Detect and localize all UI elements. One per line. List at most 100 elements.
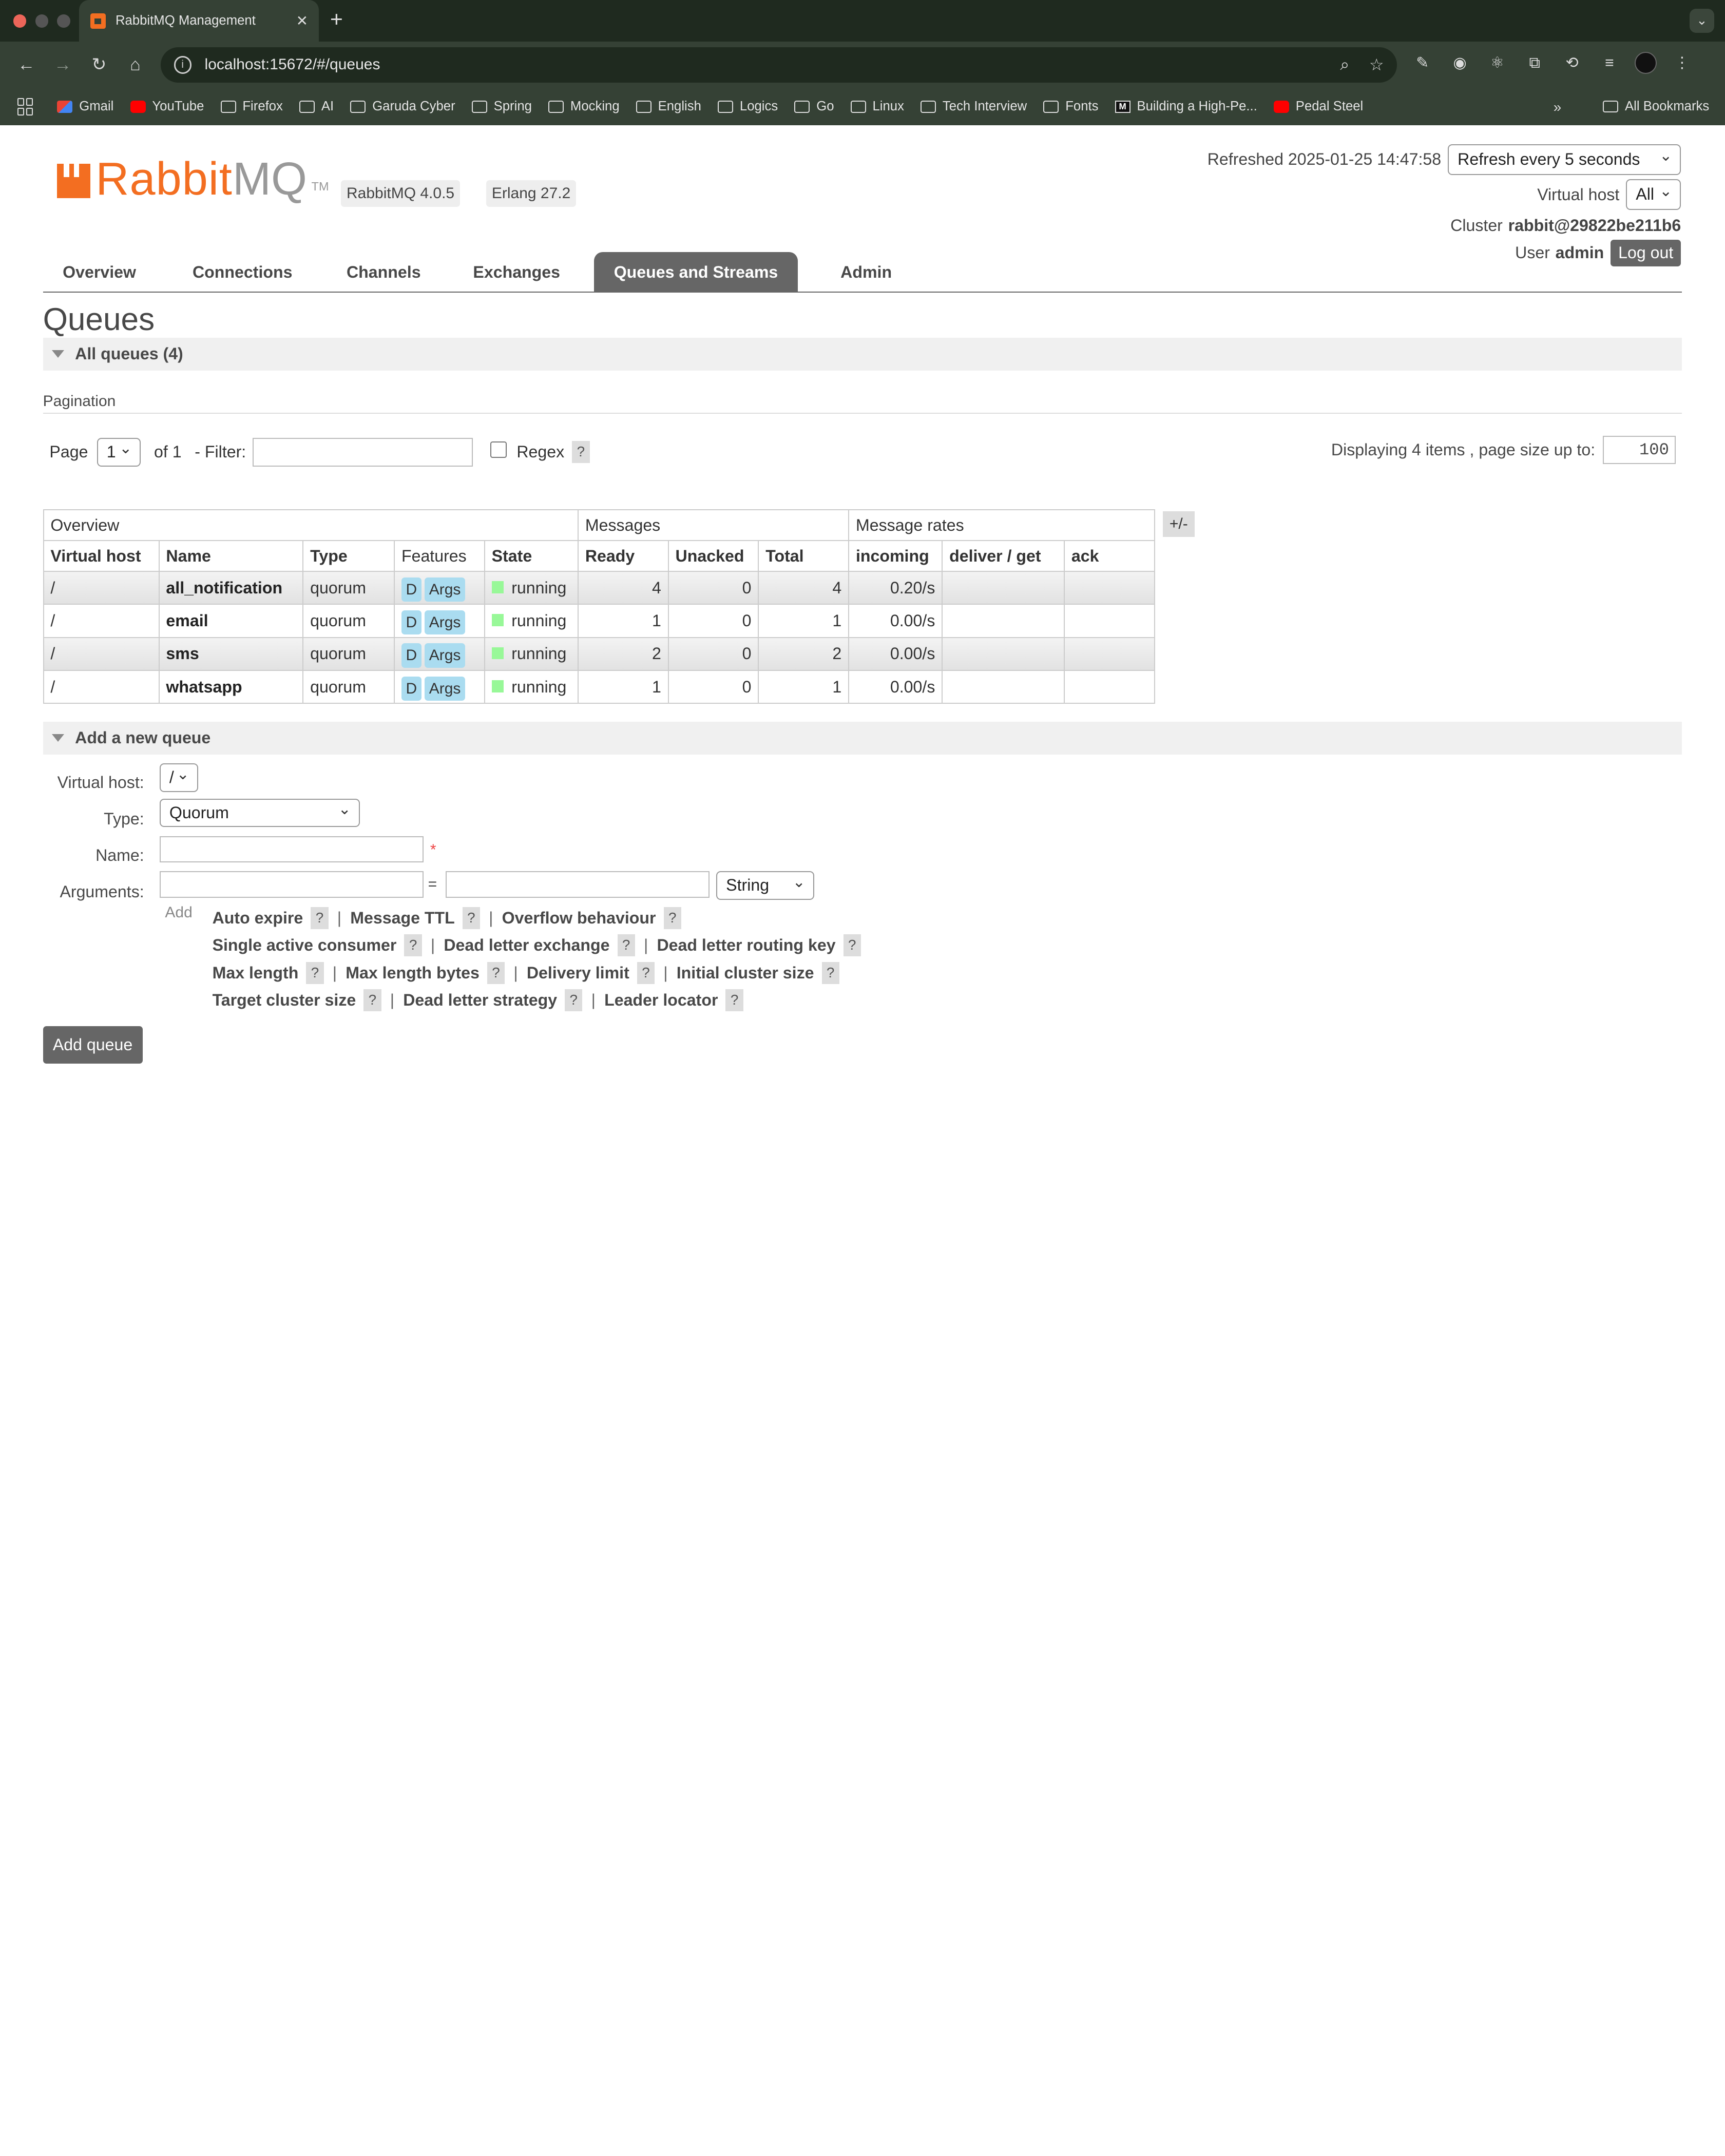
close-tab-icon[interactable]: ✕ (296, 12, 308, 29)
helper-single-active-consumer[interactable]: Single active consumer (213, 936, 397, 955)
color-picker-extension-icon[interactable]: ✎ (1410, 51, 1434, 75)
browser-menu-icon[interactable]: ⋮ (1670, 51, 1694, 75)
site-info-icon[interactable]: i (174, 56, 191, 74)
help-button[interactable]: ? (311, 907, 329, 929)
argument-value-input[interactable] (445, 871, 710, 898)
page-select[interactable]: 1 (97, 435, 141, 467)
bookmark-logics[interactable]: Logics (718, 99, 778, 114)
helper-initial-cluster-size[interactable]: Initial cluster size (677, 964, 814, 983)
all-queues-section-toggle[interactable]: All queues (4) (43, 337, 1682, 371)
helper-leader-locator[interactable]: Leader locator (604, 991, 718, 1010)
col-total[interactable]: Total (758, 540, 850, 572)
help-button[interactable]: ? (462, 907, 481, 929)
helper-max-length[interactable]: Max length (213, 964, 299, 983)
tab-queues-and-streams[interactable]: Queues and Streams (594, 252, 798, 293)
bookmark-tech-interview[interactable]: Tech Interview (921, 99, 1027, 114)
help-button[interactable]: ? (617, 934, 635, 957)
rabbitmq-logo[interactable]: Rabbit MQ TM (57, 156, 329, 202)
help-button[interactable]: ? (404, 934, 422, 957)
helper-auto-expire[interactable]: Auto expire (213, 909, 303, 928)
helper-max-length-bytes[interactable]: Max length bytes (346, 964, 480, 983)
bookmark-building-high-performance[interactable]: M Building a High-Pe... (1115, 99, 1257, 114)
helper-dead-letter-strategy[interactable]: Dead letter strategy (403, 991, 557, 1010)
add-queue-button[interactable]: Add queue (43, 1026, 143, 1064)
bookmark-linux[interactable]: Linux (850, 99, 904, 114)
helper-target-cluster-size[interactable]: Target cluster size (213, 991, 356, 1010)
bookmark-fonts[interactable]: Fonts (1043, 99, 1099, 114)
extensions-puzzle-icon[interactable]: ⧉ (1523, 51, 1547, 75)
help-button[interactable]: ? (637, 961, 655, 984)
zoom-icon[interactable]: ⌕ (1340, 55, 1349, 74)
back-icon[interactable]: ← (11, 49, 42, 80)
help-button[interactable]: ? (821, 961, 839, 984)
bookmark-garuda-cyber[interactable]: Garuda Cyber (350, 99, 455, 114)
more-bookmarks-chevron-icon[interactable]: » (1554, 99, 1562, 116)
react-devtools-icon[interactable]: ⚛ (1485, 51, 1509, 75)
apps-grid-icon[interactable] (17, 98, 35, 116)
col-state[interactable]: State (484, 540, 579, 572)
maximize-window-button[interactable] (57, 14, 71, 28)
col-type[interactable]: Type (302, 540, 395, 572)
queue-name-link[interactable]: all_notification (158, 571, 304, 605)
queue-name-input[interactable] (159, 836, 424, 862)
regex-checkbox[interactable] (490, 441, 507, 458)
filter-input[interactable] (253, 437, 473, 467)
extension-circle-icon[interactable]: ◉ (1448, 51, 1472, 75)
helper-delivery-limit[interactable]: Delivery limit (527, 964, 629, 983)
tab-admin[interactable]: Admin (821, 252, 912, 293)
col-name[interactable]: Name (158, 540, 304, 572)
profile-avatar[interactable] (1635, 51, 1657, 74)
argument-key-input[interactable] (159, 871, 424, 898)
helper-overflow-behaviour[interactable]: Overflow behaviour (502, 909, 656, 928)
col-virtual-host[interactable]: Virtual host (43, 540, 160, 572)
bookmark-go[interactable]: Go (794, 99, 834, 114)
virtual-host-select[interactable]: All (1626, 177, 1681, 210)
col-ack[interactable]: ack (1064, 540, 1155, 572)
bookmark-youtube[interactable]: YouTube (130, 99, 204, 114)
help-button[interactable]: ? (306, 961, 324, 984)
vhost-field-select[interactable]: / (159, 761, 198, 792)
queue-type-select[interactable]: Quorum (159, 796, 360, 827)
tab-channels[interactable]: Channels (327, 252, 440, 293)
home-icon[interactable]: ⌂ (120, 49, 151, 80)
queue-name-link[interactable]: whatsapp (158, 669, 304, 704)
helper-message-ttl[interactable]: Message TTL (350, 909, 455, 928)
col-ready[interactable]: Ready (577, 540, 669, 572)
tab-connections[interactable]: Connections (172, 252, 312, 293)
tab-search-icon[interactable]: ⌄ (1690, 9, 1714, 33)
help-button[interactable]: ? (487, 961, 505, 984)
bookmark-gmail[interactable]: Gmail (57, 99, 113, 114)
help-button[interactable]: ? (725, 989, 743, 1012)
reload-icon[interactable]: ↻ (84, 49, 114, 80)
performance-icon[interactable]: ⟲ (1560, 51, 1584, 75)
bookmark-firefox[interactable]: Firefox (220, 99, 283, 114)
minimize-window-button[interactable] (35, 14, 49, 28)
help-button[interactable]: ? (363, 989, 381, 1012)
bookmark-ai[interactable]: AI (299, 99, 334, 114)
address-bar[interactable]: i localhost:15672/#/queues ⌕ ☆ (160, 47, 1397, 83)
queue-name-link[interactable]: sms (158, 637, 304, 671)
reading-list-icon[interactable]: ≡ (1597, 51, 1621, 75)
bookmark-english[interactable]: English (636, 99, 701, 114)
forward-icon[interactable]: → (47, 49, 78, 80)
bookmark-pedal-steel[interactable]: Pedal Steel (1273, 99, 1363, 114)
helper-dead-letter-exchange[interactable]: Dead letter exchange (444, 936, 609, 955)
tab-overview[interactable]: Overview (43, 252, 156, 293)
col-incoming[interactable]: incoming (848, 540, 943, 572)
add-argument-link[interactable]: Add (165, 904, 192, 921)
browser-tab[interactable]: RabbitMQ Management ✕ (79, 0, 319, 42)
all-bookmarks[interactable]: All Bookmarks (1603, 99, 1709, 114)
help-button[interactable]: ? (565, 989, 583, 1012)
argument-type-select[interactable]: String (716, 869, 814, 900)
help-button[interactable]: ? (663, 907, 681, 929)
bookmark-mocking[interactable]: Mocking (548, 99, 620, 114)
page-size-input[interactable]: 100 (1603, 435, 1676, 465)
helper-dead-letter-routing-key[interactable]: Dead letter routing key (657, 936, 835, 955)
refresh-interval-select[interactable]: Refresh every 5 seconds (1448, 142, 1681, 175)
queue-name-link[interactable]: email (158, 604, 304, 638)
bookmark-star-icon[interactable]: ☆ (1369, 55, 1384, 74)
col-deliver-get[interactable]: deliver / get (942, 540, 1065, 572)
bookmark-spring[interactable]: Spring (471, 99, 532, 114)
col-unacked[interactable]: Unacked (667, 540, 759, 572)
tab-exchanges[interactable]: Exchanges (453, 252, 580, 293)
